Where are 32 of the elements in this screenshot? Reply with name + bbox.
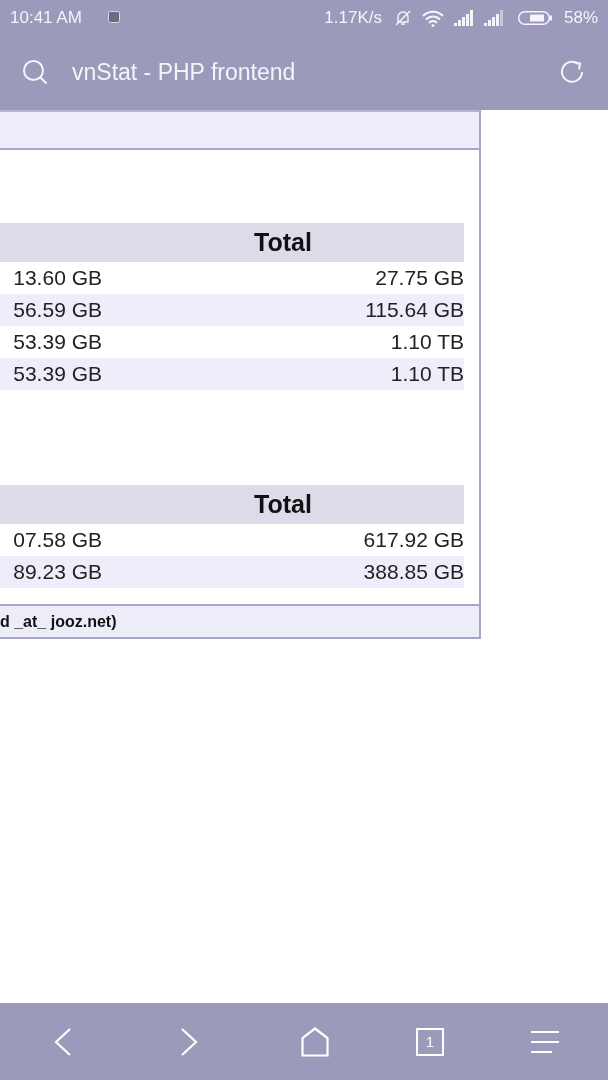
menu-icon	[531, 1029, 559, 1054]
wifi-icon	[421, 9, 444, 27]
battery-icon	[517, 11, 552, 25]
network-speed: 1.17K/s	[324, 8, 382, 28]
search-icon[interactable]	[22, 59, 48, 85]
table-cell-text: 27.75 GB	[374, 266, 464, 290]
app-notification-icon	[107, 11, 120, 23]
footer-text: d _at_ jooz.net)	[0, 612, 117, 631]
column-header: Total	[253, 228, 313, 257]
home-icon	[301, 1026, 329, 1057]
table-cell-text: 07.58 GB	[12, 528, 102, 552]
chevron-right-icon	[180, 1027, 198, 1056]
chevron-left-icon	[54, 1027, 72, 1056]
table-cell-text: 89.23 GB	[12, 560, 102, 584]
signal-icon	[483, 10, 504, 26]
table-cell-text: 56.59 GB	[12, 298, 102, 322]
table-cell-text: 617.92 GB	[362, 528, 464, 552]
table-cell-text: 115.64 GB	[364, 298, 464, 322]
table-cell-text: 388.85 GB	[362, 560, 464, 584]
table-cell-text: 13.60 GB	[12, 266, 102, 290]
signal-icon	[453, 10, 474, 26]
status-time: 10:41 AM	[10, 8, 82, 28]
page-title[interactable]: vnStat - PHP frontend	[72, 58, 560, 86]
battery-percent: 58%	[563, 8, 598, 28]
table-cell-text: 53.39 GB	[12, 362, 102, 386]
bell-off-icon	[393, 9, 412, 27]
table-cell-text: 53.39 GB	[12, 330, 102, 354]
tabs-button[interactable]: 1	[416, 1027, 444, 1056]
table-cell-text: 1.10 TB	[389, 330, 464, 354]
table-cell-text: 1.10 TB	[389, 362, 464, 386]
column-header: Total	[253, 490, 313, 519]
refresh-icon[interactable]	[560, 59, 586, 85]
